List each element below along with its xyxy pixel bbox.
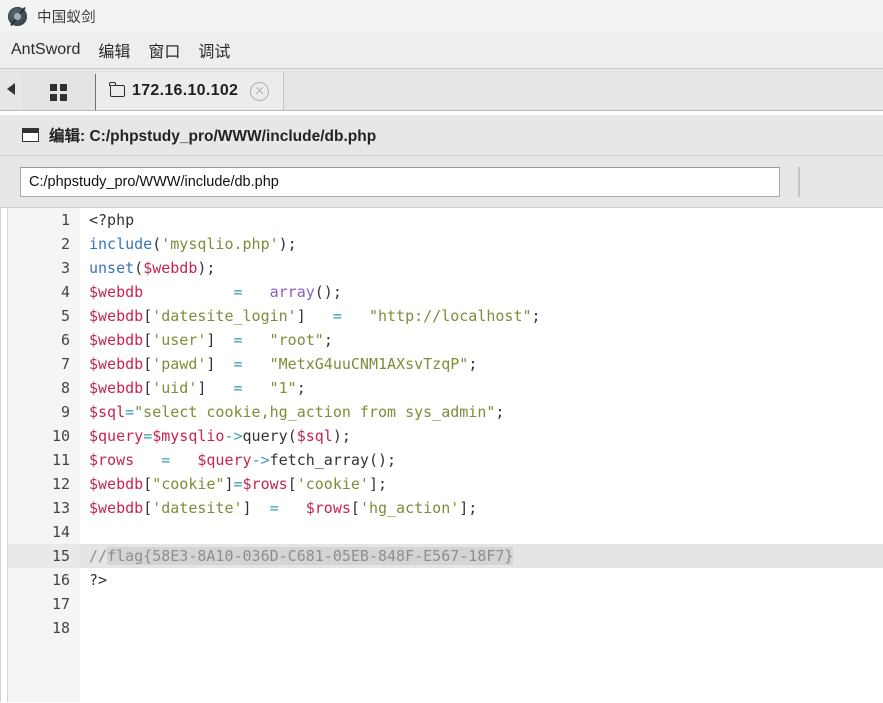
- tab-scroll-left-button[interactable]: [0, 68, 22, 110]
- line-number: 3: [8, 256, 80, 280]
- code-line[interactable]: 2 include('mysqlio.php');: [8, 232, 883, 256]
- code-editor[interactable]: 1 <?php 2 include('mysqlio.php'); 3 unse…: [0, 208, 883, 702]
- menu-bar: AntSword 编辑 窗口 调试: [0, 32, 883, 69]
- line-number: 1: [8, 208, 80, 232]
- line-number: 2: [8, 232, 80, 256]
- line-content: $rows = $query->fetch_array();: [89, 451, 397, 469]
- menu-item-edit[interactable]: 编辑: [89, 36, 139, 65]
- line-content: $webdb['user'] = "root";: [89, 331, 333, 349]
- code-line[interactable]: 7 $webdb['pawd'] = "MetxG4uuCNM1AXsvTzqP…: [8, 352, 883, 376]
- code-line[interactable]: 17: [8, 592, 883, 616]
- code-line[interactable]: 11 $rows = $query->fetch_array();: [8, 448, 883, 472]
- line-number: 5: [8, 304, 80, 328]
- line-content: $webdb["cookie"]=$rows['cookie'];: [89, 475, 388, 493]
- line-number: 13: [8, 496, 80, 520]
- line-number: 14: [8, 520, 80, 544]
- code-line[interactable]: 5 $webdb['datesite_login'] = "http://loc…: [8, 304, 883, 328]
- line-number: 6: [8, 328, 80, 352]
- menu-item-window[interactable]: 窗口: [139, 36, 189, 65]
- line-content: $sql="select cookie,hg_action from sys_a…: [89, 403, 505, 421]
- tab-label: 172.16.10.102: [132, 82, 239, 99]
- menu-item-debug[interactable]: 调试: [189, 36, 239, 65]
- path-bar: [0, 156, 883, 208]
- line-number: 11: [8, 448, 80, 472]
- line-number: 18: [8, 616, 80, 640]
- line-content: $webdb = array();: [89, 283, 342, 301]
- file-path-input[interactable]: [20, 166, 780, 197]
- line-content: $webdb['datesite_login'] = "http://local…: [89, 307, 541, 325]
- code-line[interactable]: 8 $webdb['uid'] = "1";: [8, 376, 883, 400]
- code-line[interactable]: 1 <?php: [8, 208, 883, 232]
- path-bar-divider: [798, 166, 800, 197]
- code-line[interactable]: 16 ?>: [8, 568, 883, 592]
- code-area[interactable]: 1 <?php 2 include('mysqlio.php'); 3 unse…: [8, 208, 883, 702]
- antsword-logo-icon: [8, 6, 27, 26]
- line-content: $webdb['uid'] = "1";: [89, 379, 306, 397]
- code-line[interactable]: 6 $webdb['user'] = "root";: [8, 328, 883, 352]
- tab-172-16-10-102[interactable]: 172.16.10.102: [96, 72, 285, 110]
- code-line-selected[interactable]: 15 //flag{58E3-8A10-036D-C681-05EB-848F-…: [8, 544, 883, 568]
- code-lines[interactable]: 1 <?php 2 include('mysqlio.php'); 3 unse…: [8, 208, 883, 640]
- line-number: 8: [8, 376, 80, 400]
- line-number: 7: [8, 352, 80, 376]
- grid-icon: [50, 83, 67, 101]
- code-line[interactable]: 9 $sql="select cookie,hg_action from sys…: [8, 400, 883, 424]
- menu-item-antsword[interactable]: AntSword: [9, 39, 89, 62]
- tab-strip: 172.16.10.102: [0, 69, 883, 111]
- panel-title: 编辑: C:/phpstudy_pro/WWW/include/db.php: [49, 128, 377, 145]
- title-bar: 中国蚁剑: [0, 0, 883, 32]
- tab-dashboard[interactable]: [22, 74, 96, 110]
- line-content: unset($webdb);: [89, 259, 216, 277]
- editor-panel: 编辑: C:/phpstudy_pro/WWW/include/db.php 1…: [0, 115, 883, 703]
- panel-header: 编辑: C:/phpstudy_pro/WWW/include/db.php: [0, 115, 883, 156]
- line-number: 4: [8, 280, 80, 304]
- line-number: 17: [8, 592, 80, 616]
- line-number: 15: [8, 544, 80, 568]
- code-line[interactable]: 4 $webdb = array();: [8, 280, 883, 304]
- window-icon: [22, 128, 39, 142]
- line-content: $query=$mysqlio->query($sql);: [89, 427, 351, 445]
- line-number: 16: [8, 568, 80, 592]
- line-content: $webdb['datesite'] = $rows['hg_action'];: [89, 499, 478, 517]
- line-content: include('mysqlio.php');: [89, 235, 297, 253]
- line-content: ?>: [89, 571, 108, 589]
- code-line[interactable]: 14: [8, 520, 883, 544]
- line-number: 9: [8, 400, 80, 424]
- line-content: $webdb['pawd'] = "MetxG4uuCNM1AXsvTzqP";: [89, 355, 478, 373]
- code-line[interactable]: 10 $query=$mysqlio->query($sql);: [8, 424, 883, 448]
- caret-left-icon: [7, 83, 15, 95]
- tab-strip-filler: [284, 68, 883, 110]
- line-content: [80, 520, 883, 544]
- line-content: [80, 592, 883, 616]
- line-content: //flag{58E3-8A10-036D-C681-05EB-848F-E56…: [89, 547, 514, 565]
- code-line[interactable]: 18: [8, 616, 883, 640]
- code-line[interactable]: 3 unset($webdb);: [8, 256, 883, 280]
- line-content: <?php: [89, 211, 135, 229]
- flag-text: flag{58E3-8A10-036D-C681-05EB-848F-E567-…: [107, 547, 514, 565]
- line-number: 12: [8, 472, 80, 496]
- line-number: 10: [8, 424, 80, 448]
- code-line[interactable]: 12 $webdb["cookie"]=$rows['cookie'];: [8, 472, 883, 496]
- line-content: [80, 616, 883, 640]
- folder-icon: [109, 82, 125, 97]
- editor-left-edge: [1, 208, 8, 702]
- window-title: 中国蚁剑: [37, 9, 96, 26]
- close-circle-icon[interactable]: [250, 81, 270, 101]
- code-line[interactable]: 13 $webdb['datesite'] = $rows['hg_action…: [8, 496, 883, 520]
